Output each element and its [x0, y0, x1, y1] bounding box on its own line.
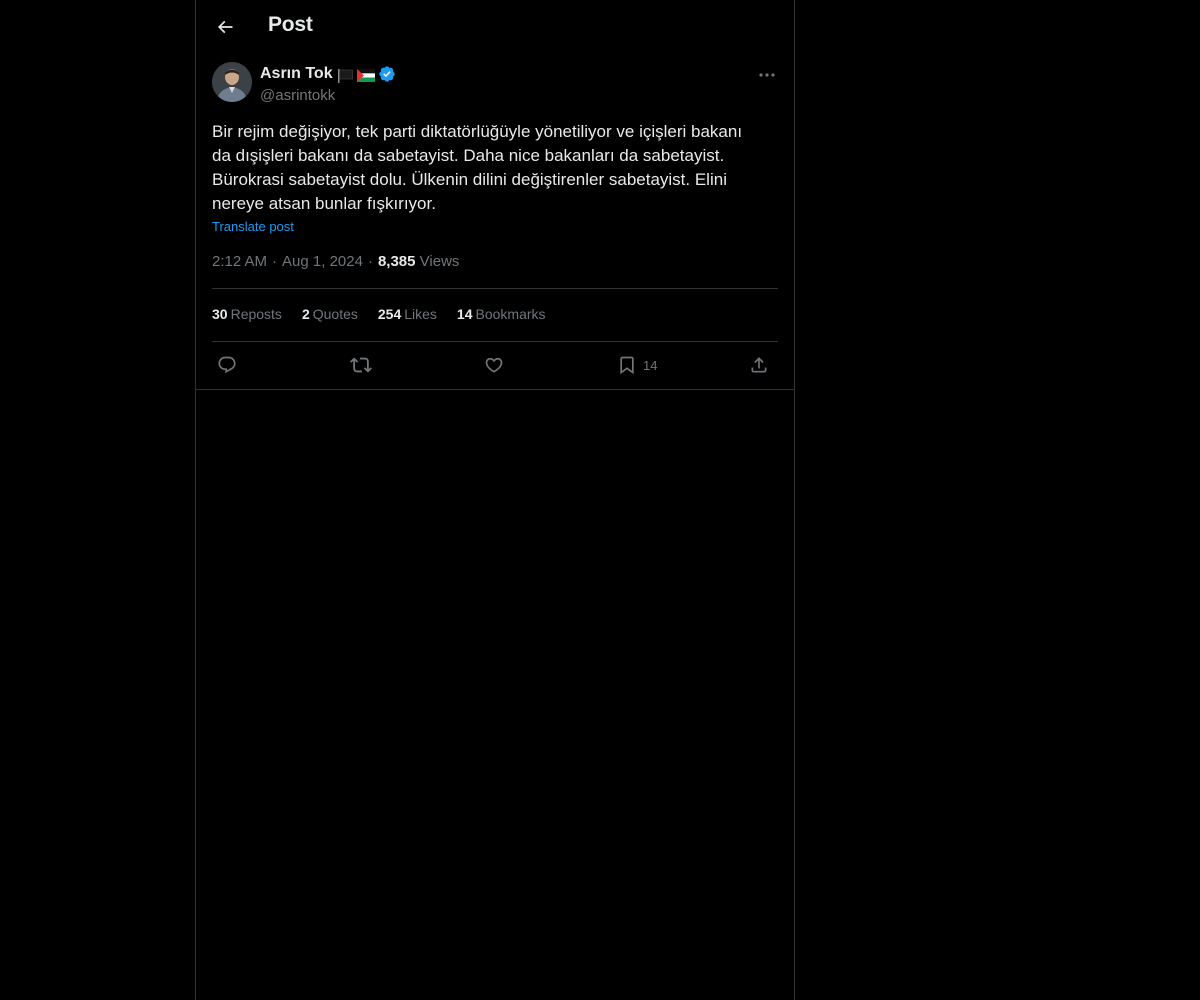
like-button[interactable]: [484, 352, 504, 378]
author-name[interactable]: Asrın Tok: [260, 65, 396, 83]
author-name-text: Asrın Tok: [260, 65, 333, 82]
post-time[interactable]: 2:12 AM: [212, 253, 267, 270]
more-options-button[interactable]: [756, 64, 778, 86]
meta-separator: ·: [272, 253, 278, 270]
action-bar: 14: [212, 352, 778, 378]
palestine-flag-icon: [356, 69, 375, 82]
reposts-count: 30: [212, 306, 228, 322]
bookmark-count: 14: [643, 357, 658, 373]
avatar[interactable]: [212, 62, 252, 102]
repost-icon: [350, 354, 372, 376]
likes-count: 254: [377, 306, 402, 322]
post-date[interactable]: Aug 1, 2024: [282, 253, 363, 270]
bookmark-button[interactable]: 14: [617, 352, 657, 378]
divider: [212, 341, 778, 342]
reply-icon: [217, 355, 237, 375]
post-text: Bir rejim değişiyor, tek parti diktatörl…: [212, 122, 743, 213]
page-title: Post: [268, 13, 313, 36]
repost-button[interactable]: [350, 352, 372, 378]
reposts-stat[interactable]: 30 Reposts: [212, 306, 282, 322]
bookmark-icon: [617, 355, 637, 375]
views-count: 8,385: [377, 253, 416, 270]
bookmarks-stat[interactable]: 14 Bookmarks: [457, 306, 546, 322]
post-stats: 30 Reposts 2 Quotes 254 Likes 14 Bookmarks: [212, 306, 546, 322]
heart-icon: [484, 355, 504, 375]
share-button[interactable]: [749, 352, 769, 378]
arrow-left-icon: [215, 17, 235, 37]
bookmarks-count: 14: [456, 306, 473, 322]
translate-post-link[interactable]: Translate post: [212, 219, 294, 234]
black-flag-icon: [337, 69, 353, 83]
quotes-label: Quotes: [312, 306, 358, 322]
author-handle[interactable]: @asrintokk: [260, 87, 335, 104]
likes-stat[interactable]: 254 Likes: [378, 306, 437, 322]
meta-separator: ·: [367, 253, 373, 270]
back-button[interactable]: [208, 10, 242, 44]
divider: [212, 288, 778, 289]
header: Post: [196, 0, 794, 54]
post-meta: 2:12 AM · Aug 1, 2024 · 8,385 Views: [212, 253, 459, 270]
quotes-stat[interactable]: 2 Quotes: [302, 306, 358, 322]
views-label: Views: [419, 253, 460, 270]
quotes-count: 2: [301, 306, 310, 322]
share-icon: [749, 355, 769, 375]
post-column: Post Asrın Tok @asrintokk Bir rejim deği…: [195, 0, 795, 1000]
verified-badge-icon[interactable]: [378, 65, 396, 83]
reply-button[interactable]: [217, 352, 237, 378]
bookmarks-label: Bookmarks: [475, 306, 546, 322]
divider: [196, 389, 794, 390]
reposts-label: Reposts: [230, 306, 282, 322]
likes-label: Likes: [404, 306, 437, 322]
more-horizontal-icon: [759, 73, 775, 77]
